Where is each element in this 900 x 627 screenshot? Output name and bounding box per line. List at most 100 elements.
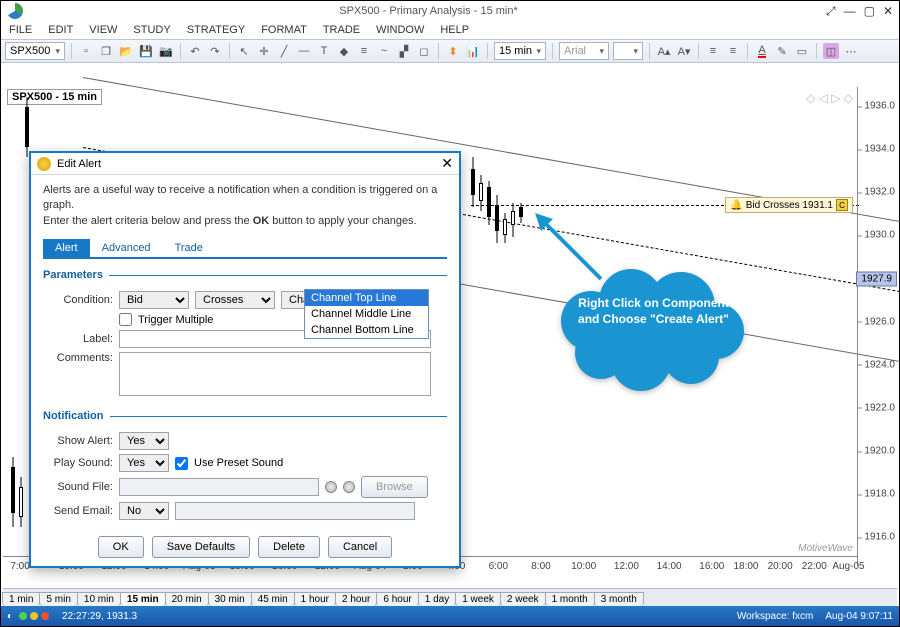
tab-1week[interactable]: 1 week (455, 592, 501, 606)
tab-1hour[interactable]: 1 hour (294, 592, 336, 606)
marker-icon[interactable]: ◆ (336, 43, 352, 59)
comments-label: Comments: (43, 352, 113, 364)
show-alert-select[interactable]: Yes (119, 432, 169, 450)
highlight-icon[interactable]: ✎ (774, 43, 790, 59)
symbol-combo[interactable]: SPX500 (5, 42, 65, 60)
font-inc-icon[interactable]: A▴ (656, 43, 672, 59)
dialog-close-icon[interactable]: ✕ (441, 155, 453, 172)
dropdown-opt-bot[interactable]: Channel Bottom Line (305, 322, 428, 338)
crosshair-icon[interactable]: ✛ (256, 43, 272, 59)
font-size-combo[interactable] (613, 42, 643, 60)
dialog-tab-trade[interactable]: Trade (163, 239, 215, 257)
chart-style-icon[interactable]: 📊 (465, 43, 481, 59)
undo-icon[interactable]: ↶ (187, 43, 203, 59)
tab-15min[interactable]: 15 min (120, 592, 166, 606)
pattern-icon[interactable]: ▞ (396, 43, 412, 59)
font-dec-icon[interactable]: A▾ (676, 43, 692, 59)
dropdown-opt-top[interactable]: Channel Top Line (305, 290, 428, 306)
chart-type-icon[interactable]: ⬍ (445, 43, 461, 59)
tab-45min[interactable]: 45 min (251, 592, 295, 606)
menu-edit[interactable]: EDIT (48, 24, 73, 36)
redo-icon[interactable]: ↷ (207, 43, 223, 59)
draw-hline-icon[interactable]: — (296, 43, 312, 59)
new-icon[interactable]: ▫ (78, 43, 94, 59)
condition-field2[interactable]: Crosses (195, 291, 275, 309)
menu-format[interactable]: FORMAT (261, 24, 307, 36)
tab-5min[interactable]: 5 min (39, 592, 77, 606)
tab-10min[interactable]: 10 min (77, 592, 121, 606)
copy-icon[interactable]: ❐ (98, 43, 114, 59)
tab-2week[interactable]: 2 week (500, 592, 546, 606)
label-label: Label: (43, 333, 113, 345)
sound-file-label: Sound File: (43, 481, 113, 493)
save-icon[interactable]: 💾 (138, 43, 154, 59)
email-input (175, 502, 415, 520)
save-defaults-button[interactable]: Save Defaults (152, 536, 250, 558)
menu-study[interactable]: STUDY (133, 24, 170, 36)
send-email-select[interactable]: No (119, 502, 169, 520)
titlebar: SPX500 - Primary Analysis - 15 min* ⤢ — … (1, 1, 899, 21)
status-workspace: Workspace: fxcm (737, 611, 814, 622)
align-left-icon[interactable]: ≡ (705, 43, 721, 59)
fill-icon[interactable]: ▭ (794, 43, 810, 59)
condition-label: Condition: (43, 294, 113, 306)
menu-trade[interactable]: TRADE (323, 24, 360, 36)
comments-input[interactable] (119, 352, 431, 396)
shape-icon[interactable]: ◻ (416, 43, 432, 59)
tab-6hour[interactable]: 6 hour (376, 592, 418, 606)
y-axis: 1936.0 1934.0 1932.0 1930.0 1928.0 1926.… (857, 87, 897, 566)
play-sound-select[interactable]: Yes (119, 454, 169, 472)
font-combo[interactable]: Arial (559, 42, 609, 60)
align-mid-icon[interactable]: ≡ (725, 43, 741, 59)
open-icon[interactable]: 📂 (118, 43, 134, 59)
menu-help[interactable]: HELP (440, 24, 469, 36)
trigger-multiple-checkbox[interactable] (119, 313, 132, 326)
ok-button[interactable]: OK (98, 536, 144, 558)
menu-view[interactable]: VIEW (89, 24, 117, 36)
watermark: MotiveWave (798, 543, 853, 554)
camera-icon[interactable]: 📷 (158, 43, 174, 59)
settings-icon[interactable]: ◫ (823, 43, 839, 59)
cursor-icon[interactable]: ↖ (236, 43, 252, 59)
chart-title: SPX500 - 15 min (7, 89, 102, 105)
maximize-icon[interactable]: ▢ (864, 4, 875, 19)
use-preset-checkbox[interactable] (175, 457, 188, 470)
delete-button[interactable]: Delete (258, 536, 320, 558)
edit-alert-dialog: Edit Alert ✕ Alerts are a useful way to … (29, 151, 461, 568)
font-color-icon[interactable]: A (754, 43, 770, 59)
minimize-icon[interactable]: — (844, 4, 856, 19)
more-icon[interactable]: ⋯ (843, 43, 859, 59)
dialog-description: Alerts are a useful way to receive a not… (43, 183, 447, 229)
expand-icon[interactable]: ⤢ (826, 4, 836, 19)
sound-slider-2[interactable] (343, 481, 355, 493)
dialog-tab-alert[interactable]: Alert (43, 239, 90, 257)
tab-1min[interactable]: 1 min (2, 592, 40, 606)
alert-marker[interactable]: 🔔 Bid Crosses 1931.1 C (725, 197, 853, 213)
condition-field1[interactable]: Bid (119, 291, 189, 309)
condition-dropdown-list[interactable]: Channel Top Line Channel Middle Line Cha… (304, 289, 429, 339)
notification-legend: Notification (43, 410, 110, 422)
tab-20min[interactable]: 20 min (165, 592, 209, 606)
text-icon[interactable]: T (316, 43, 332, 59)
dialog-tab-advanced[interactable]: Advanced (90, 239, 163, 257)
wave-icon[interactable]: ~ (376, 43, 392, 59)
menu-file[interactable]: FILE (9, 24, 32, 36)
parameters-legend: Parameters (43, 269, 109, 281)
timeframe-combo[interactable]: 15 min (494, 42, 546, 60)
sound-slider[interactable] (325, 481, 337, 493)
tab-2hour[interactable]: 2 hour (335, 592, 377, 606)
status-clock: Aug-04 9:07:11 (825, 611, 893, 622)
chart-nav[interactable]: ◇ ◁ ▷ ◇ (806, 91, 853, 105)
tab-1month[interactable]: 1 month (545, 592, 595, 606)
cancel-button[interactable]: Cancel (328, 536, 392, 558)
show-alert-label: Show Alert: (43, 435, 113, 447)
dropdown-opt-mid[interactable]: Channel Middle Line (305, 306, 428, 322)
menu-window[interactable]: WINDOW (376, 24, 424, 36)
tab-30min[interactable]: 30 min (208, 592, 252, 606)
close-icon[interactable]: ✕ (883, 4, 893, 19)
tab-3month[interactable]: 3 month (594, 592, 644, 606)
menu-strategy[interactable]: STRATEGY (187, 24, 245, 36)
fib-icon[interactable]: ≡ (356, 43, 372, 59)
tab-1day[interactable]: 1 day (418, 592, 456, 606)
draw-line-icon[interactable]: ╱ (276, 43, 292, 59)
